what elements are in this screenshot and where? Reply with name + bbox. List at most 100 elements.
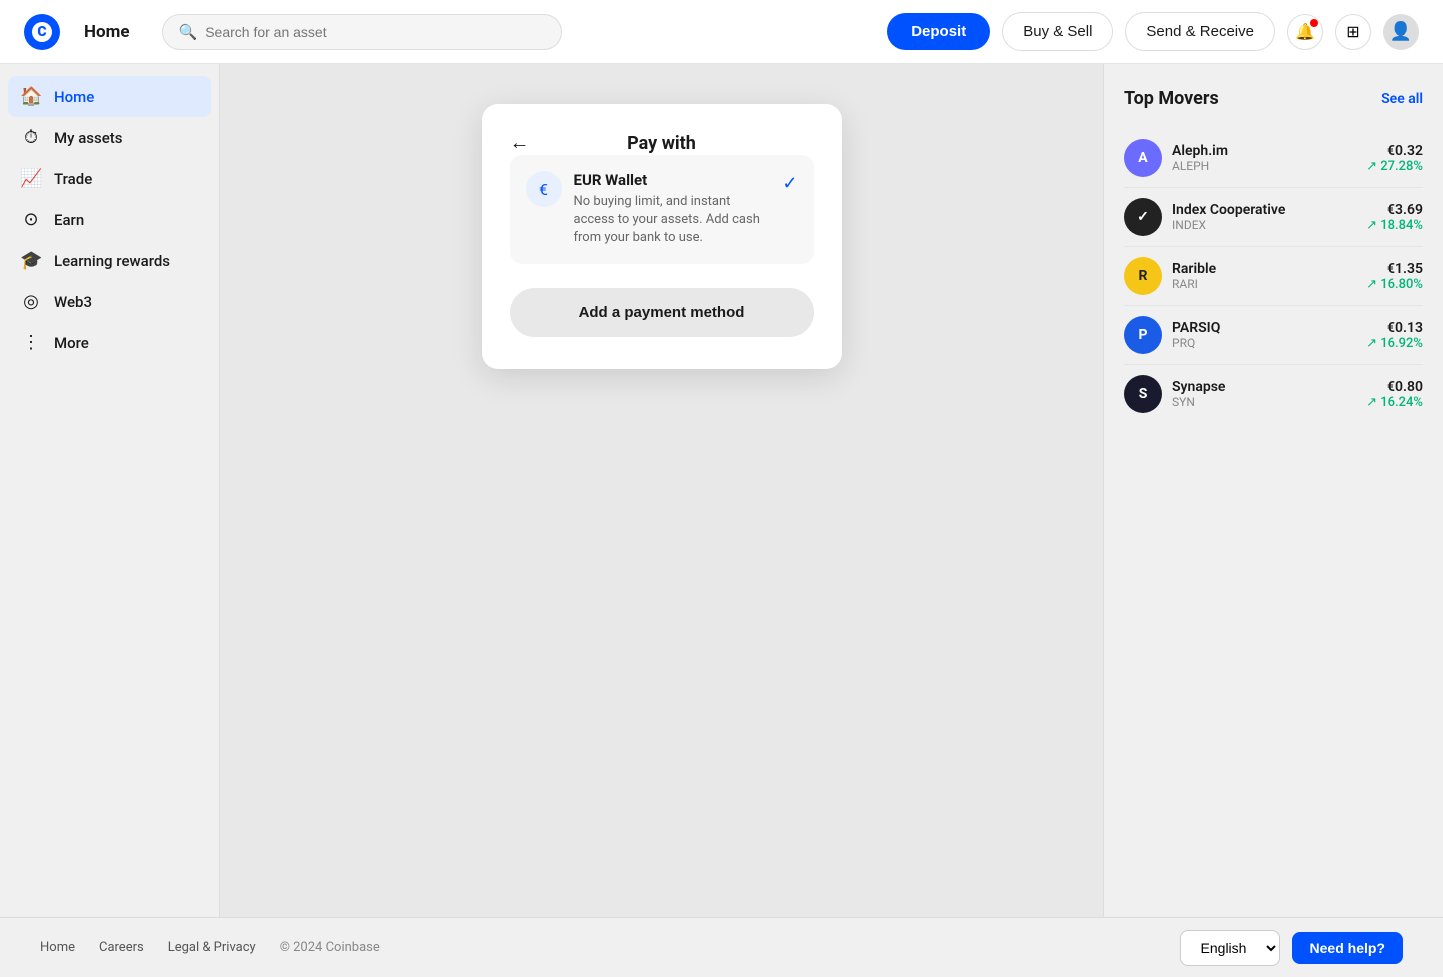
prq-values: €0.13 ↗ 16.92%: [1366, 320, 1423, 351]
mover-syn[interactable]: S Synapse SYN €0.80 ↗ 16.24%: [1124, 365, 1423, 423]
sidebar-label-earn: Earn: [54, 211, 84, 229]
sidebar-item-earn[interactable]: ⊙ Earn: [8, 199, 211, 240]
aleph-ticker: ALEPH: [1172, 159, 1356, 173]
sidebar-item-web3[interactable]: ◎ Web3: [8, 281, 211, 322]
sidebar-item-my-assets[interactable]: ⏱ My assets: [8, 117, 211, 158]
wallet-info: EUR Wallet No buying limit, and instant …: [574, 171, 771, 248]
eur-wallet-icon: €: [526, 171, 562, 207]
index-values: €3.69 ↗ 18.84%: [1366, 202, 1423, 233]
index-ticker: INDEX: [1172, 218, 1356, 232]
avatar[interactable]: 👤: [1383, 14, 1419, 50]
top-movers-panel: Top Movers See all A Aleph.im ALEPH €0.3…: [1103, 64, 1443, 917]
search-icon: 🔍: [179, 23, 198, 41]
footer-home-link[interactable]: Home: [40, 940, 75, 955]
see-all-link[interactable]: See all: [1381, 91, 1423, 107]
top-bar: C Home 🔍 Deposit Buy & Sell Send & Recei…: [0, 0, 1443, 64]
syn-ticker: SYN: [1172, 395, 1356, 409]
deposit-button[interactable]: Deposit: [887, 13, 990, 50]
pay-with-modal: ← Pay with € EUR Wallet No buying limit,…: [482, 104, 842, 369]
rari-name: Rarible: [1172, 261, 1356, 277]
rewards-icon: 🎓: [20, 250, 42, 271]
aleph-values: €0.32 ↗ 27.28%: [1366, 143, 1423, 174]
logo-inner: C: [32, 22, 52, 42]
app-container: C Home 🔍 Deposit Buy & Sell Send & Recei…: [0, 0, 1443, 977]
footer-careers-link[interactable]: Careers: [99, 940, 144, 955]
sidebar-item-home[interactable]: 🏠 Home: [8, 76, 211, 117]
notifications-button[interactable]: 🔔: [1287, 14, 1323, 50]
syn-icon: S: [1124, 375, 1162, 413]
syn-name: Synapse: [1172, 379, 1356, 395]
index-info: Index Cooperative INDEX: [1172, 202, 1356, 232]
home-icon: 🏠: [20, 86, 42, 107]
sidebar: 🏠 Home ⏱ My assets 📈 Trade ⊙ Earn 🎓 Lear…: [0, 64, 220, 917]
rari-values: €1.35 ↗ 16.80%: [1366, 261, 1423, 292]
add-payment-button[interactable]: Add a payment method: [510, 288, 814, 337]
sidebar-label-trade: Trade: [54, 170, 92, 188]
aleph-change: ↗ 27.28%: [1366, 159, 1423, 174]
prq-info: PARSIQ PRQ: [1172, 320, 1356, 350]
index-price: €3.69: [1366, 202, 1423, 218]
send-receive-button[interactable]: Send & Receive: [1125, 12, 1275, 51]
prq-name: PARSIQ: [1172, 320, 1356, 336]
rari-icon: R: [1124, 257, 1162, 295]
sidebar-label-web3: Web3: [54, 293, 92, 311]
top-actions: Deposit Buy & Sell Send & Receive 🔔 ⊞ 👤: [887, 12, 1419, 51]
prq-icon: P: [1124, 316, 1162, 354]
sidebar-label-home: Home: [54, 88, 94, 106]
prq-price: €0.13: [1366, 320, 1423, 336]
index-icon: ✓: [1124, 198, 1162, 236]
need-help-button[interactable]: Need help?: [1292, 932, 1403, 964]
wallet-name: EUR Wallet: [574, 171, 771, 189]
syn-change: ↗ 16.24%: [1366, 395, 1423, 410]
footer-right: English Need help?: [1180, 930, 1403, 966]
index-change: ↗ 18.84%: [1366, 218, 1423, 233]
footer-links: Home Careers Legal & Privacy © 2024 Coin…: [40, 940, 380, 955]
rari-info: Rarible RARI: [1172, 261, 1356, 291]
index-name: Index Cooperative: [1172, 202, 1356, 218]
aleph-price: €0.32: [1366, 143, 1423, 159]
aleph-icon: A: [1124, 139, 1162, 177]
search-bar[interactable]: 🔍: [162, 14, 562, 50]
clock-icon: ⏱: [20, 127, 42, 148]
mover-prq[interactable]: P PARSIQ PRQ €0.13 ↗ 16.92%: [1124, 306, 1423, 365]
main-area: 🏠 Home ⏱ My assets 📈 Trade ⊙ Earn 🎓 Lear…: [0, 64, 1443, 917]
sidebar-item-learning-rewards[interactable]: 🎓 Learning rewards: [8, 240, 211, 281]
search-input[interactable]: [205, 24, 544, 40]
aleph-name: Aleph.im: [1172, 143, 1356, 159]
coinbase-logo[interactable]: C: [24, 14, 60, 50]
mover-rari[interactable]: R Rarible RARI €1.35 ↗ 16.80%: [1124, 247, 1423, 306]
prq-ticker: PRQ: [1172, 336, 1356, 350]
apps-grid-button[interactable]: ⊞: [1335, 14, 1371, 50]
logo-c-letter: C: [37, 25, 46, 39]
rari-change: ↗ 16.80%: [1366, 277, 1423, 292]
buy-sell-button[interactable]: Buy & Sell: [1002, 12, 1113, 51]
sidebar-label-learning-rewards: Learning rewards: [54, 252, 170, 270]
footer-legal-link[interactable]: Legal & Privacy: [168, 940, 256, 955]
eur-wallet-option[interactable]: € EUR Wallet No buying limit, and instan…: [510, 155, 814, 264]
prq-change: ↗ 16.92%: [1366, 336, 1423, 351]
home-heading: Home: [84, 22, 130, 42]
earn-icon: ⊙: [20, 209, 42, 230]
web3-icon: ◎: [20, 291, 42, 312]
syn-price: €0.80: [1366, 379, 1423, 395]
notification-dot: [1310, 19, 1318, 27]
check-icon: ✓: [782, 173, 797, 194]
rari-price: €1.35: [1366, 261, 1423, 277]
more-icon: ⋮: [20, 332, 42, 353]
syn-info: Synapse SYN: [1172, 379, 1356, 409]
mover-index[interactable]: ✓ Index Cooperative INDEX €3.69 ↗ 18.84%: [1124, 188, 1423, 247]
footer: Home Careers Legal & Privacy © 2024 Coin…: [0, 917, 1443, 977]
sidebar-item-trade[interactable]: 📈 Trade: [8, 158, 211, 199]
aleph-info: Aleph.im ALEPH: [1172, 143, 1356, 173]
sidebar-item-more[interactable]: ⋮ More: [8, 322, 211, 363]
panel-title: Top Movers: [1124, 88, 1219, 109]
mover-aleph[interactable]: A Aleph.im ALEPH €0.32 ↗ 27.28%: [1124, 129, 1423, 188]
footer-copyright: © 2024 Coinbase: [280, 940, 380, 955]
language-selector[interactable]: English: [1180, 930, 1280, 966]
syn-values: €0.80 ↗ 16.24%: [1366, 379, 1423, 410]
modal-header: ← Pay with: [510, 132, 814, 155]
back-button[interactable]: ←: [510, 132, 530, 155]
rari-ticker: RARI: [1172, 277, 1356, 291]
wallet-description: No buying limit, and instant access to y…: [574, 193, 771, 248]
modal-title: Pay with: [627, 133, 696, 154]
